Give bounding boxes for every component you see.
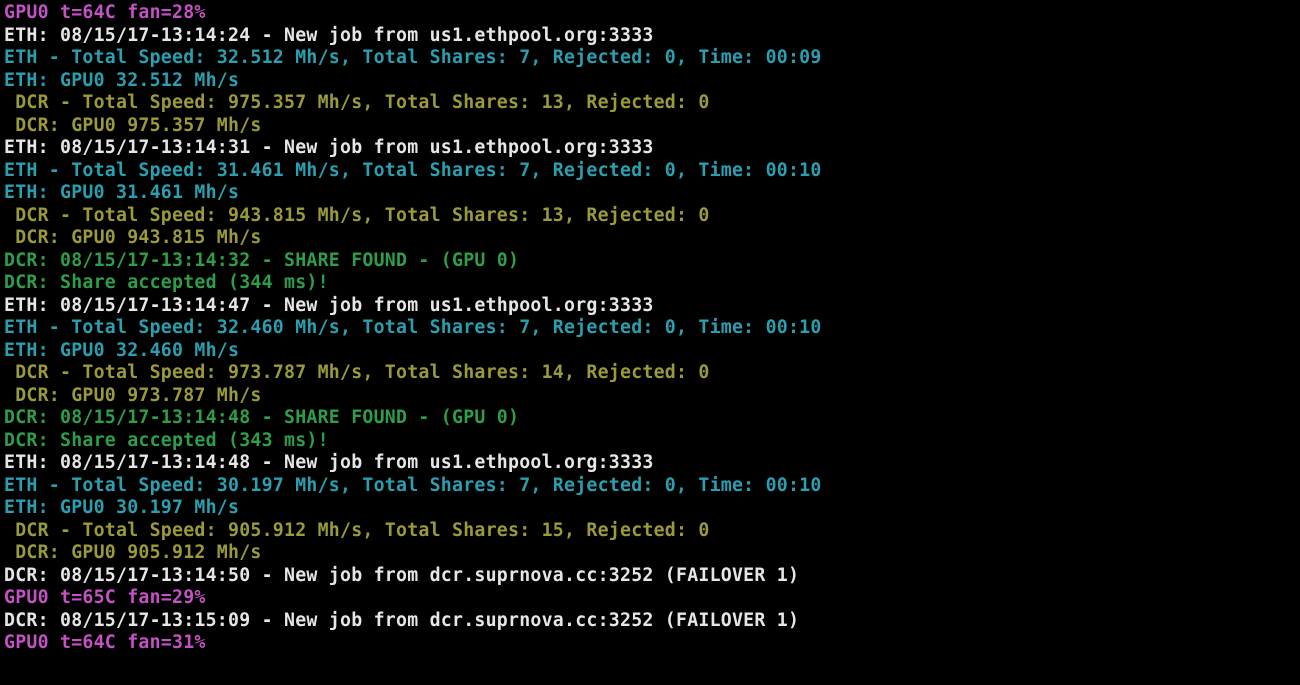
log-line: ETH: GPU0 32.512 Mh/s xyxy=(4,70,1296,93)
log-line: ETH - Total Speed: 30.197 Mh/s, Total Sh… xyxy=(4,475,1296,498)
log-line: DCR - Total Speed: 943.815 Mh/s, Total S… xyxy=(4,205,1296,228)
log-line: DCR - Total Speed: 905.912 Mh/s, Total S… xyxy=(4,520,1296,543)
log-line: DCR: Share accepted (343 ms)! xyxy=(4,430,1296,453)
log-line: ETH - Total Speed: 32.460 Mh/s, Total Sh… xyxy=(4,317,1296,340)
log-line: DCR: GPU0 943.815 Mh/s xyxy=(4,227,1296,250)
log-line: GPU0 t=64C fan=31% xyxy=(4,632,1296,655)
log-line: ETH: GPU0 30.197 Mh/s xyxy=(4,497,1296,520)
log-line: GPU0 t=65C fan=29% xyxy=(4,587,1296,610)
log-line: DCR - Total Speed: 975.357 Mh/s, Total S… xyxy=(4,92,1296,115)
log-line: ETH: 08/15/17-13:14:31 - New job from us… xyxy=(4,137,1296,160)
terminal-output: GPU0 t=64C fan=28%ETH: 08/15/17-13:14:24… xyxy=(0,0,1300,657)
log-line: DCR: GPU0 905.912 Mh/s xyxy=(4,542,1296,565)
log-line: DCR: GPU0 973.787 Mh/s xyxy=(4,385,1296,408)
log-line: DCR: Share accepted (344 ms)! xyxy=(4,272,1296,295)
log-line: ETH: 08/15/17-13:14:48 - New job from us… xyxy=(4,452,1296,475)
log-line: DCR: 08/15/17-13:15:09 - New job from dc… xyxy=(4,610,1296,633)
log-line: DCR: 08/15/17-13:14:48 - SHARE FOUND - (… xyxy=(4,407,1296,430)
log-line: DCR: 08/15/17-13:14:50 - New job from dc… xyxy=(4,565,1296,588)
log-line: ETH: GPU0 32.460 Mh/s xyxy=(4,340,1296,363)
log-line: ETH - Total Speed: 31.461 Mh/s, Total Sh… xyxy=(4,160,1296,183)
log-line: ETH: 08/15/17-13:14:47 - New job from us… xyxy=(4,295,1296,318)
log-line: ETH: 08/15/17-13:14:24 - New job from us… xyxy=(4,25,1296,48)
log-line: GPU0 t=64C fan=28% xyxy=(4,2,1296,25)
log-line: DCR - Total Speed: 973.787 Mh/s, Total S… xyxy=(4,362,1296,385)
log-line: ETH: GPU0 31.461 Mh/s xyxy=(4,182,1296,205)
log-line: ETH - Total Speed: 32.512 Mh/s, Total Sh… xyxy=(4,47,1296,70)
log-line: DCR: GPU0 975.357 Mh/s xyxy=(4,115,1296,138)
log-line: DCR: 08/15/17-13:14:32 - SHARE FOUND - (… xyxy=(4,250,1296,273)
